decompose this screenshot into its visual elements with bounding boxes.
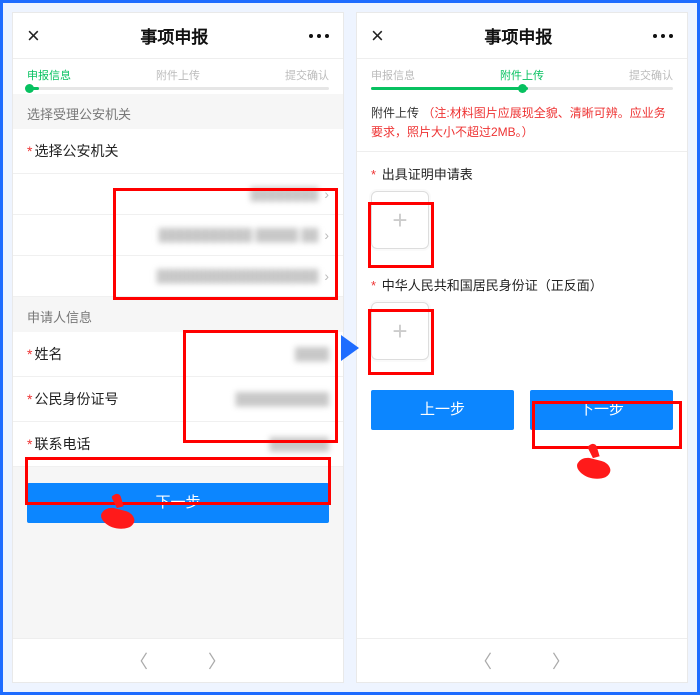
plus-icon: + <box>392 205 407 236</box>
more-icon[interactable] <box>653 34 673 38</box>
upload-box-2[interactable]: + <box>371 302 429 360</box>
chevron-right-icon: › <box>324 186 329 202</box>
step-2: 附件上传 <box>156 67 200 83</box>
more-icon[interactable] <box>309 34 329 38</box>
page-title: 事项申报 <box>140 23 208 48</box>
bottom-nav: 〈 〉 <box>13 638 343 682</box>
field-label-2: * 中华人民共和国居民身份证（正反面） <box>357 263 687 302</box>
close-icon[interactable]: × <box>27 25 40 47</box>
row-phone[interactable]: * 联系电话 ███████ <box>13 422 343 467</box>
step-2: 附件上传 <box>500 67 544 83</box>
nav-back-icon[interactable]: 〈 <box>474 648 492 674</box>
next-button[interactable]: 下一步 <box>27 483 329 523</box>
step-3: 提交确认 <box>285 67 329 83</box>
row-id[interactable]: * 公民身份证号 ███████████ <box>13 377 343 422</box>
content-right: 附件上传 （注:材料图片应展现全貌、清晰可辨。应业务要求，照片大小不超过2MB。… <box>357 94 687 638</box>
picker-row-1[interactable]: ████████ › <box>13 174 343 215</box>
header: × 事项申报 <box>13 13 343 59</box>
picker-row-3[interactable]: ███████████████████ › <box>13 256 343 297</box>
plus-icon: + <box>392 316 407 347</box>
phones-row: × 事项申报 申报信息 附件上传 提交确认 选择受理公安机关 * 选择公安机关 <box>13 13 687 682</box>
row-name[interactable]: * 姓名 ████ <box>13 332 343 377</box>
field-label-1: * 出具证明申请表 <box>357 152 687 191</box>
row-select-agency[interactable]: * 选择公安机关 <box>13 129 343 174</box>
section-header-agency: 选择受理公安机关 <box>13 94 343 129</box>
row-label: 选择公安机关 <box>34 141 118 161</box>
nav-back-icon[interactable]: 〈 <box>130 648 148 674</box>
content-left: 选择受理公安机关 * 选择公安机关 ████████ › ███████████… <box>13 94 343 638</box>
next-button[interactable]: 下一步 <box>530 390 673 430</box>
close-icon[interactable]: × <box>371 25 384 47</box>
header: × 事项申报 <box>357 13 687 59</box>
phone-left: × 事项申报 申报信息 附件上传 提交确认 选择受理公安机关 * 选择公安机关 <box>13 13 343 682</box>
upload-box-1[interactable]: + <box>371 191 429 249</box>
comparison-container: × 事项申报 申报信息 附件上传 提交确认 选择受理公安机关 * 选择公安机关 <box>0 0 700 695</box>
bottom-nav: 〈 〉 <box>357 638 687 682</box>
step-1: 申报信息 <box>371 67 415 83</box>
required-star: * <box>27 143 32 159</box>
progress-bar <box>27 87 329 90</box>
chevron-right-icon: › <box>324 268 329 284</box>
chevron-right-icon: › <box>324 227 329 243</box>
nav-forward-icon[interactable]: 〉 <box>208 648 226 674</box>
step-3: 提交确认 <box>629 67 673 83</box>
button-row: 上一步 下一步 <box>357 374 687 446</box>
step-bar: 申报信息 附件上传 提交确认 <box>357 59 687 87</box>
page-title: 事项申报 <box>484 23 552 48</box>
step-bar: 申报信息 附件上传 提交确认 <box>13 59 343 87</box>
upload-hint: 附件上传 （注:材料图片应展现全貌、清晰可辨。应业务要求，照片大小不超过2MB。… <box>357 94 687 152</box>
progress-bar <box>371 87 673 90</box>
section-header-applicant: 申请人信息 <box>13 297 343 332</box>
prev-button[interactable]: 上一步 <box>371 390 514 430</box>
phone-right: × 事项申报 申报信息 附件上传 提交确认 附件上传 （注:材料图片应展现全貌、… <box>357 13 687 682</box>
step-1: 申报信息 <box>27 67 71 83</box>
picker-row-2[interactable]: ███████████ █████ ██ › <box>13 215 343 256</box>
nav-forward-icon[interactable]: 〉 <box>552 648 570 674</box>
